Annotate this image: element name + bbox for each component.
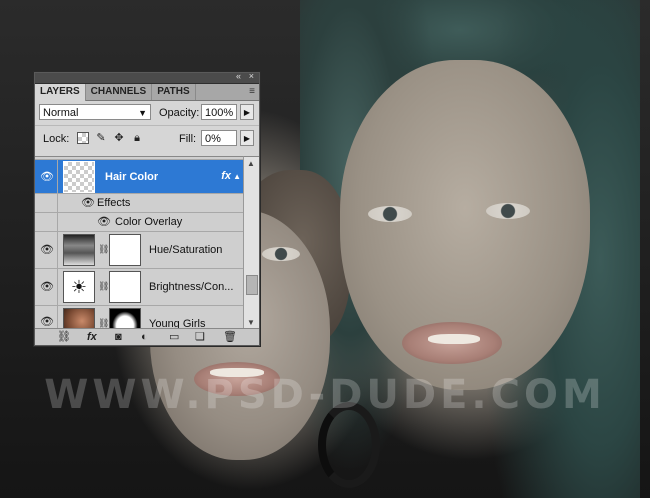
fill-arrow-icon[interactable]: ▶ xyxy=(240,130,254,146)
blend-mode-value: Normal xyxy=(43,107,79,119)
adjustment-icon[interactable]: ◐ xyxy=(141,330,148,344)
chevron-up-icon[interactable]: ▲ xyxy=(233,172,241,181)
mask-thumbnail[interactable] xyxy=(109,271,141,303)
trash-icon[interactable]: 🗑︎ xyxy=(223,330,237,344)
panel-tabs: LAYERS CHANNELS PATHS ≡ xyxy=(35,84,259,101)
eye-icon: 👁︎ xyxy=(40,244,54,256)
new-layer-icon[interactable]: ❏ xyxy=(195,330,205,344)
visibility-toggle xyxy=(35,212,58,231)
visibility-toggle xyxy=(35,193,58,212)
layer-name: Brightness/Con... xyxy=(149,281,234,293)
eye-icon: 👁︎ xyxy=(40,281,54,293)
adjustment-thumbnail[interactable] xyxy=(63,234,95,266)
panel-titlebar[interactable]: « × xyxy=(35,71,259,84)
scroll-up-icon[interactable]: ▲ xyxy=(247,159,255,168)
panel-bottom-bar: ⛓︎ fx ◙ ◐ ▭ ❏ 🗑︎ xyxy=(35,328,259,345)
watermark-text: WWW.PSD-DUDE.COM xyxy=(44,372,606,418)
woman-left-eye xyxy=(368,206,412,222)
lock-brush-icon[interactable]: ✎ xyxy=(95,132,107,144)
layer-effect-color-overlay[interactable]: 👁︎ Color Overlay xyxy=(35,212,243,232)
layer-name: Hair Color xyxy=(105,171,159,183)
eye-icon: 👁︎ xyxy=(40,171,54,183)
fx-icon[interactable]: fx xyxy=(87,330,97,344)
layer-thumbnail[interactable] xyxy=(63,161,95,193)
panel-menu-icon[interactable]: ≡ xyxy=(249,86,255,97)
layers-scrollbar[interactable]: ▲ ▼ xyxy=(243,156,259,329)
blend-row: Normal ▼ Opacity: 100% ▶ xyxy=(35,101,259,125)
layer-hair-color[interactable]: 👁︎ Hair Color fx ▲ xyxy=(35,160,243,194)
eye-icon[interactable]: 👁︎ xyxy=(81,196,95,209)
chain-icon[interactable]: ⛓︎ xyxy=(98,281,109,292)
effect-label: Color Overlay xyxy=(115,216,183,228)
mask-thumbnail[interactable] xyxy=(109,308,141,329)
girl-eye xyxy=(262,247,300,261)
brightness-icon[interactable]: ☀ xyxy=(63,271,95,303)
eye-icon: 👁︎ xyxy=(40,316,54,328)
layer-young-girls[interactable]: 👁︎ ⛓︎ Young Girls xyxy=(35,305,243,329)
lock-move-icon[interactable]: ✥ xyxy=(113,132,125,144)
lock-transparent-icon[interactable] xyxy=(77,132,89,144)
opacity-arrow-icon[interactable]: ▶ xyxy=(240,104,254,120)
visibility-toggle[interactable]: 👁︎ xyxy=(35,231,58,268)
opacity-label: Opacity: xyxy=(159,107,200,119)
link-icon[interactable]: ⛓︎ xyxy=(57,330,71,344)
visibility-toggle[interactable]: 👁︎ xyxy=(35,160,58,193)
eye-icon[interactable]: 👁︎ xyxy=(97,215,111,228)
layer-brightness-contrast[interactable]: 👁︎ ☀ ⛓︎ Brightness/Con... xyxy=(35,268,243,306)
tab-layers[interactable]: LAYERS xyxy=(35,84,86,101)
layers-panel: « × LAYERS CHANNELS PATHS ≡ Normal ▼ Opa… xyxy=(34,71,260,346)
scroll-down-icon[interactable]: ▼ xyxy=(247,318,255,327)
image-thumbnail[interactable] xyxy=(63,308,95,329)
lock-row: Lock: ✎ ✥ 🔒︎ Fill: 0% ▶ xyxy=(35,125,259,150)
layer-hue-saturation[interactable]: 👁︎ ⛓︎ Hue/Saturation xyxy=(35,231,243,269)
woman-right-eye xyxy=(486,203,530,219)
effects-label: Effects xyxy=(97,197,131,209)
layer-name: Hue/Saturation xyxy=(149,244,223,256)
mask-thumbnail[interactable] xyxy=(109,234,141,266)
lock-all-icon[interactable]: 🔒︎ xyxy=(131,132,143,144)
mask-icon[interactable]: ◙ xyxy=(115,330,122,344)
visibility-toggle[interactable]: 👁︎ xyxy=(35,268,58,305)
group-icon[interactable]: ▭ xyxy=(169,330,179,344)
collapse-icon[interactable]: « xyxy=(236,71,241,81)
fx-icon[interactable]: fx xyxy=(221,170,231,182)
layers-list: 👁︎ Hair Color fx ▲ 👁︎ Effects 👁︎ Color O… xyxy=(35,156,243,329)
fill-field[interactable]: 0% xyxy=(201,130,237,146)
layer-effects-header[interactable]: 👁︎ Effects xyxy=(35,193,243,213)
woman-teeth xyxy=(428,334,480,344)
close-icon[interactable]: × xyxy=(249,71,254,81)
tab-channels[interactable]: CHANNELS xyxy=(86,84,153,100)
fill-label: Fill: xyxy=(179,133,197,145)
opacity-field[interactable]: 100% xyxy=(201,104,237,120)
tab-paths[interactable]: PATHS xyxy=(152,84,196,100)
chevron-down-icon: ▼ xyxy=(138,108,147,118)
scroll-thumb[interactable] xyxy=(246,275,258,295)
chain-icon[interactable]: ⛓︎ xyxy=(98,244,109,255)
visibility-toggle[interactable]: 👁︎ xyxy=(35,305,58,329)
blend-mode-select[interactable]: Normal ▼ xyxy=(39,104,151,120)
lock-label: Lock: xyxy=(43,133,70,145)
